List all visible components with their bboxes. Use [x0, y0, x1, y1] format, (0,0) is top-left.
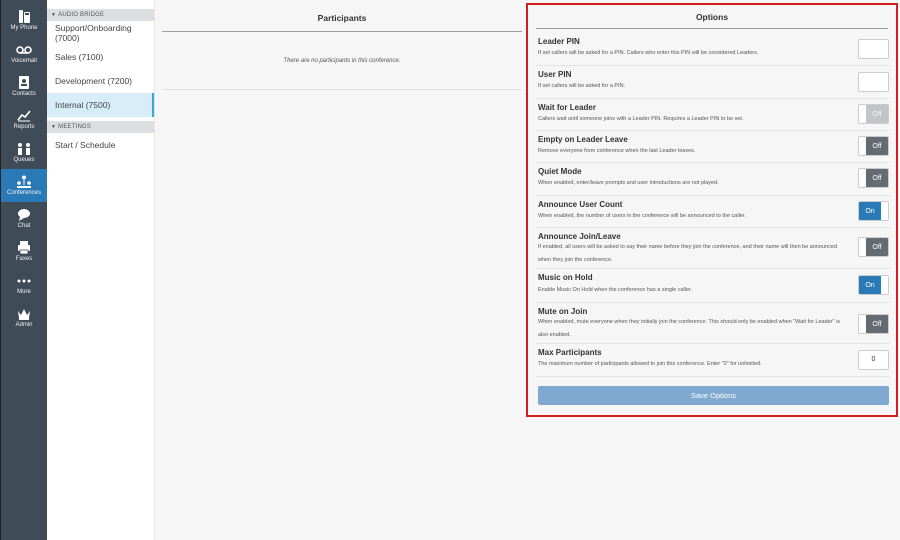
nav-chat[interactable]: Chat [1, 202, 47, 235]
contacts-icon [19, 76, 29, 89]
audio-bridge-header[interactable]: ▼ AUDIO BRIDGE [47, 9, 154, 21]
nav-contacts[interactable]: Contacts [1, 70, 47, 103]
option-user-pin: User PIN If set callers will be asked fo… [536, 66, 890, 99]
option-label: Announce User Count [538, 200, 623, 209]
nav-more[interactable]: More [1, 268, 47, 301]
voicemail-icon [16, 46, 32, 54]
option-description: When enabled, enter/leave prompts and us… [538, 180, 719, 186]
conference-list: ▼ AUDIO BRIDGE Support/Onboarding (7000) … [47, 0, 155, 540]
option-label: Mute on Join [538, 307, 588, 316]
option-label: Max Participants [538, 348, 602, 357]
nav-label: Faxes [15, 256, 33, 262]
toggle-state: On [859, 276, 881, 294]
music-on-hold-toggle[interactable]: On [858, 275, 889, 295]
announce-join-leave-toggle[interactable]: Off [858, 237, 889, 257]
nav-voicemail[interactable]: Voicemail [1, 37, 47, 70]
option-label: Wait for Leader [538, 103, 596, 112]
bridge-item-active[interactable]: Internal (7500) [47, 93, 154, 117]
option-description: The maximum number of participants allow… [538, 361, 762, 367]
meeting-start-schedule[interactable]: Start / Schedule [47, 133, 154, 157]
options-panel: Options Leader PIN If set callers will b… [526, 3, 898, 417]
empty-on-leader-leave-toggle[interactable]: Off [858, 136, 889, 156]
wait-for-leader-toggle[interactable]: Off [858, 104, 889, 124]
more-icon [17, 279, 31, 283]
nav-label: Voicemail [11, 58, 37, 64]
chat-icon [18, 209, 30, 221]
nav-conferences[interactable]: Conferences [1, 169, 47, 202]
reports-icon [17, 110, 31, 122]
option-music-on-hold: Music on Hold Enable Music On Hold when … [536, 269, 890, 303]
option-mute-on-join: Mute on Join When enabled, mute everyone… [536, 303, 890, 344]
option-description: If enabled, all users will be asked to s… [538, 244, 838, 263]
participants-empty-message: There are no participants in this confer… [283, 58, 401, 64]
nav-label: My Phone [10, 25, 38, 31]
nav-label: Reports [13, 124, 35, 130]
leader-pin-input[interactable] [858, 39, 889, 59]
option-description: When enabled, mute everyone when they in… [538, 319, 841, 338]
announce-user-count-toggle[interactable]: On [858, 201, 889, 221]
option-leader-pin: Leader PIN If set callers will be asked … [536, 33, 890, 66]
option-quiet-mode: Quiet Mode When enabled, enter/leave pro… [536, 163, 890, 196]
option-label: Leader PIN [538, 37, 580, 46]
participants-panel: Participants There are no participants i… [162, 0, 522, 90]
fax-icon [18, 241, 30, 254]
option-label: Quiet Mode [538, 167, 582, 176]
nav-reports[interactable]: Reports [1, 103, 47, 136]
bridge-item[interactable]: Sales (7100) [47, 45, 154, 69]
toggle-state: Off [866, 137, 888, 155]
option-description: If set callers will be asked for a PIN. … [538, 50, 759, 56]
meetings-header-label: MEETINGS [58, 124, 92, 130]
nav-faxes[interactable]: Faxes [1, 235, 47, 268]
option-max-participants: Max Participants The maximum number of p… [536, 344, 890, 377]
phone-icon [19, 10, 30, 23]
nav-my-phone[interactable]: My Phone [1, 4, 47, 37]
option-label: Music on Hold [538, 273, 593, 282]
conferences-icon [17, 175, 31, 188]
option-description: If set callers will be asked for a PIN. [538, 83, 626, 89]
nav-label: Chat [17, 223, 31, 229]
caret-down-icon: ▼ [51, 124, 57, 130]
user-pin-input[interactable] [858, 72, 889, 92]
nav-label: Contacts [12, 91, 36, 97]
toggle-state: Off [866, 105, 888, 123]
caret-down-icon: ▼ [51, 12, 57, 18]
toggle-state: On [859, 202, 881, 220]
audio-bridge-header-label: AUDIO BRIDGE [58, 12, 105, 18]
bridge-item[interactable]: Support/Onboarding (7000) [47, 21, 154, 45]
nav-label: More [17, 289, 31, 295]
nav-label: Queues [13, 157, 35, 163]
toggle-state: Off [866, 315, 888, 333]
nav-label: Conferences [6, 190, 42, 196]
option-description: Enable Music On Hold when the conference… [538, 287, 693, 293]
options-title: Options [536, 5, 888, 29]
nav-label: Admin [15, 322, 33, 328]
option-wait-for-leader: Wait for Leader Callers wait until someo… [536, 99, 890, 131]
option-label: User PIN [538, 70, 572, 79]
option-label: Announce Join/Leave [538, 232, 621, 241]
queues-icon [18, 143, 30, 155]
option-announce-user-count: Announce User Count When enabled, the nu… [536, 196, 890, 228]
save-options-button[interactable]: Save Options [538, 386, 889, 405]
option-label: Empty on Leader Leave [538, 135, 628, 144]
nav-queues[interactable]: Queues [1, 136, 47, 169]
option-description: Callers wait until someone joins with a … [538, 116, 744, 122]
participants-title: Participants [162, 4, 522, 32]
option-description: When enabled, the number of users in the… [538, 213, 746, 219]
mute-on-join-toggle[interactable]: Off [858, 314, 889, 334]
option-empty-on-leader-leave: Empty on Leader Leave Remove everyone fr… [536, 131, 890, 163]
toggle-state: Off [866, 169, 888, 187]
quiet-mode-toggle[interactable]: Off [858, 168, 889, 188]
nav-admin[interactable]: Admin [1, 301, 47, 334]
toggle-state: Off [866, 238, 888, 256]
admin-icon [18, 309, 30, 320]
max-participants-input[interactable]: 0 [858, 350, 889, 370]
meetings-header[interactable]: ▼ MEETINGS [47, 121, 154, 133]
option-description: Remove everyone from conference when the… [538, 148, 696, 154]
main-nav: My Phone Voicemail Contacts Reports Queu… [0, 0, 47, 540]
option-announce-join-leave: Announce Join/Leave If enabled, all user… [536, 228, 890, 269]
bridge-item[interactable]: Development (7200) [47, 69, 154, 93]
